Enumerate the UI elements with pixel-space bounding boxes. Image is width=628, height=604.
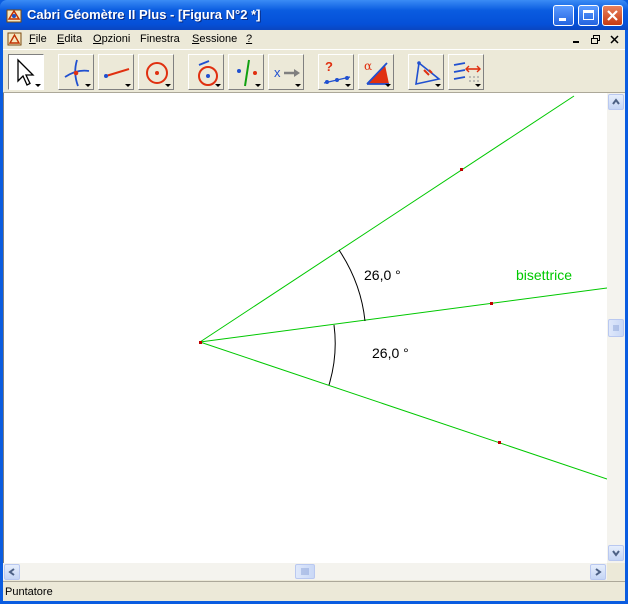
document-icon[interactable] <box>7 31 23 47</box>
chevron-left-icon <box>8 568 15 576</box>
vertical-scroll-thumb[interactable] <box>608 319 624 337</box>
chevron-down-icon <box>612 550 620 557</box>
upper-ray-point[interactable] <box>460 168 463 171</box>
macro-tool[interactable]: x <box>268 54 304 90</box>
upper-ray[interactable] <box>199 95 575 343</box>
horizontal-scroll-thumb[interactable] <box>295 564 315 579</box>
lower-ray[interactable] <box>199 341 607 480</box>
lower-ray-point[interactable] <box>498 441 501 444</box>
restore-icon <box>591 35 600 44</box>
application-window: Cabri Géomètre II Plus - [Figura N°2 *] … <box>0 0 628 604</box>
mdi-close-button[interactable] <box>607 33 622 46</box>
chevron-up-icon <box>612 98 620 105</box>
bisector-point[interactable] <box>490 302 493 305</box>
vertical-scrollbar[interactable] <box>607 93 625 563</box>
lines-tool[interactable] <box>98 54 134 90</box>
bisector-line[interactable] <box>199 287 607 343</box>
check-property-tool[interactable]: ? <box>318 54 354 90</box>
display-tool[interactable] <box>408 54 444 90</box>
minimize-icon <box>559 18 566 21</box>
svg-text:?: ? <box>325 59 333 74</box>
pointer-tool[interactable] <box>8 54 44 90</box>
draw-tool[interactable] <box>448 54 484 90</box>
close-icon <box>607 10 618 21</box>
close-icon <box>610 35 619 44</box>
mdi-restore-button[interactable] <box>588 33 603 46</box>
title-bar[interactable]: Cabri Géomètre II Plus - [Figura N°2 *] <box>0 0 628 30</box>
chevron-right-icon <box>595 568 602 576</box>
toolbar: x ? α <box>3 49 625 93</box>
lower-angle-arc <box>328 324 336 386</box>
window-title: Cabri Géomètre II Plus - [Figura N°2 *] <box>27 7 261 22</box>
geometry-figure: 26,0 ° 26,0 ° bisettrice <box>199 95 607 480</box>
maximize-icon <box>583 10 594 20</box>
lower-angle-measure[interactable]: 26,0 ° <box>372 345 409 361</box>
construct-tool[interactable] <box>188 54 224 90</box>
menu-file[interactable]: File <box>29 33 47 45</box>
grip-icon <box>301 568 309 575</box>
bisector-label[interactable]: bisettrice <box>516 267 572 283</box>
scroll-down-button[interactable] <box>608 545 624 561</box>
drawing-canvas[interactable]: 26,0 ° 26,0 ° bisettrice <box>3 93 607 563</box>
close-button[interactable] <box>602 5 623 26</box>
upper-angle-arc <box>338 249 366 322</box>
points-tool[interactable] <box>58 54 94 90</box>
menu-finestra[interactable]: Finestra <box>140 33 180 45</box>
scrollbar-corner <box>607 563 625 580</box>
upper-angle-measure[interactable]: 26,0 ° <box>364 267 401 283</box>
maximize-button[interactable] <box>578 5 599 26</box>
status-bar: Puntatore <box>3 581 625 600</box>
curves-tool[interactable] <box>138 54 174 90</box>
scroll-right-button[interactable] <box>590 564 606 580</box>
scroll-left-button[interactable] <box>4 564 20 580</box>
cabri-app-icon <box>6 9 22 23</box>
mdi-minimize-button[interactable] <box>569 33 584 46</box>
transform-tool[interactable] <box>228 54 264 90</box>
menu-opzioni[interactable]: Opzioni <box>93 33 130 45</box>
status-text: Puntatore <box>5 586 53 598</box>
svg-text:α: α <box>364 59 372 73</box>
svg-text:x: x <box>274 65 281 80</box>
horizontal-scrollbar[interactable] <box>3 563 607 580</box>
minimize-icon <box>573 41 579 43</box>
menu-sessione[interactable]: Sessione <box>192 33 237 45</box>
menu-edita[interactable]: Edita <box>57 33 82 45</box>
grip-icon <box>613 325 619 331</box>
vertex-point[interactable] <box>199 341 202 344</box>
scroll-up-button[interactable] <box>608 94 624 110</box>
minimize-button[interactable] <box>553 5 574 26</box>
measure-tool[interactable]: α <box>358 54 394 90</box>
window-frame: File Edita Opzioni Finestra Sessione ? x… <box>3 30 625 601</box>
menu-bar: File Edita Opzioni Finestra Sessione ? <box>3 30 625 49</box>
menu-help[interactable]: ? <box>246 33 252 45</box>
